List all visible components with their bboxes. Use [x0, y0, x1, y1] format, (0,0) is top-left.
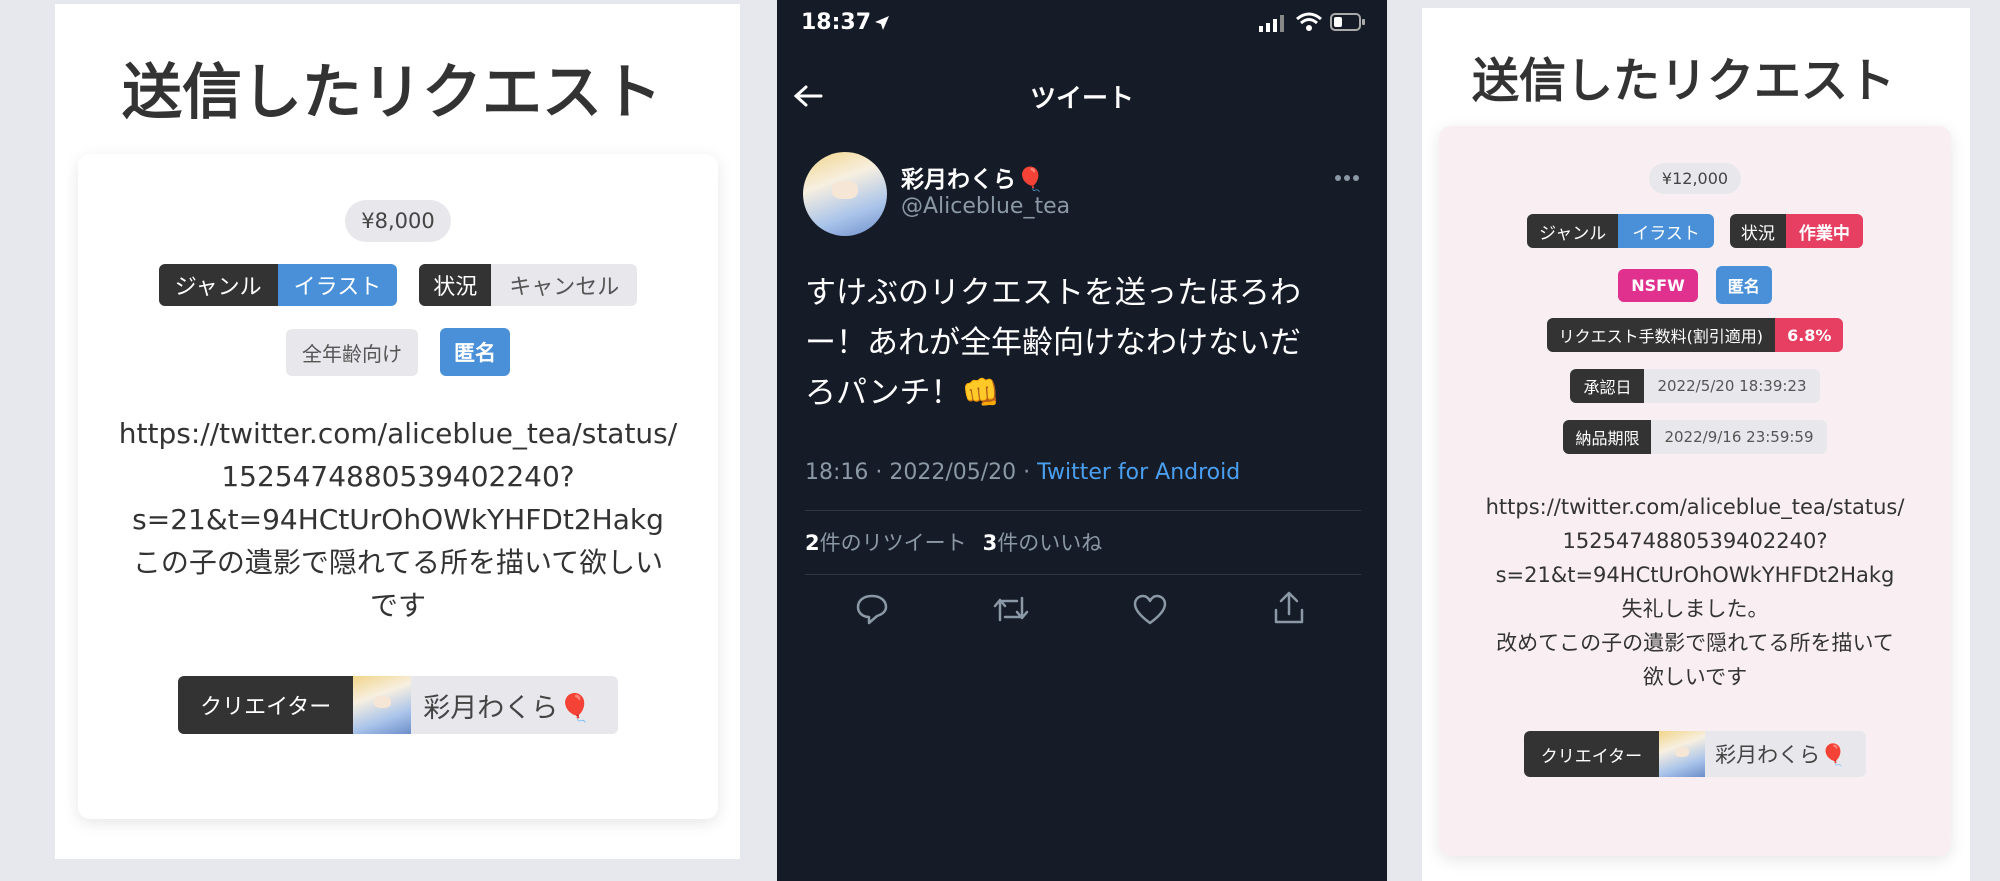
approved-date-tag: 承認日 2022/5/20 18:39:23 [1570, 369, 1820, 403]
anonymous-tag: 匿名 [1715, 266, 1772, 304]
body-line: 1525474880539402240? [1562, 529, 1828, 553]
approved-label: 承認日 [1570, 369, 1645, 403]
age-rating-tag: 全年齢向け [286, 328, 418, 376]
more-options-icon[interactable] [1334, 174, 1360, 182]
retweet-icon[interactable] [992, 592, 1030, 626]
body-line: s=21&t=94HCtUrOhOWkYHFDt2Hakg [1495, 563, 1895, 587]
body-line: 1525474880539402240? [221, 460, 575, 493]
request-fee-tag: リクエスト手数料(割引適用) 6.8% [1546, 318, 1844, 352]
body-line: 欲しいです [1642, 665, 1748, 689]
retweet-count[interactable]: 2 [805, 531, 820, 555]
nsfw-tag: NSFW [1618, 268, 1698, 302]
creator-avatar [353, 676, 412, 734]
creator-name: 彩月わくら🎈 [1705, 731, 1867, 777]
like-label[interactable]: 件のいいね [997, 531, 1102, 555]
creator-avatar [1659, 731, 1706, 777]
body-line: https://twitter.com/aliceblue_tea/status… [1485, 495, 1905, 519]
tweet-meta: 18:16 · 2022/05/20 · Twitter for Android [805, 460, 1240, 485]
handle[interactable]: @Aliceblue_tea [901, 194, 1070, 219]
engagement-stats: 2件のリツイート 3件のいいね [805, 527, 1102, 557]
header-title: ツイート [1029, 84, 1134, 114]
retweet-label[interactable]: 件のリツイート [820, 531, 967, 555]
request-body: https://twitter.com/aliceblue_tea/status… [1451, 490, 1939, 694]
body-line: s=21&t=94HCtUrOhOWkYHFDt2Hakg [132, 503, 664, 536]
battery-icon [1330, 13, 1365, 31]
tweet-source-link[interactable]: Twitter for Android [1037, 460, 1240, 485]
like-heart-icon[interactable] [1133, 594, 1167, 626]
genre-tag: ジャンル イラスト [1527, 214, 1714, 248]
divider [805, 574, 1361, 575]
approved-value: 2022/5/20 18:39:23 [1644, 369, 1820, 403]
body-line: この子の遺影で隠れてる所を描いて欲しい [132, 546, 664, 579]
price-badge: ¥8,000 [345, 200, 451, 242]
genre-label: ジャンル [158, 264, 278, 306]
tweet-avatar[interactable] [803, 152, 887, 236]
tweet-text: すけぶのリクエストを送ったほろわ ー！あれが全年齢向けなわけないだ ろパンチ！👊 [805, 268, 1301, 418]
creator-label: クリエイター [178, 676, 354, 734]
share-icon[interactable] [1272, 590, 1306, 626]
body-line: https://twitter.com/aliceblue_tea/status… [118, 417, 678, 450]
creator-name: 彩月わくら🎈 [411, 676, 618, 734]
genre-tag: ジャンル イラスト [158, 264, 398, 306]
status-bar-time: 18:37 [801, 10, 872, 35]
fee-label: リクエスト手数料(割引適用) [1546, 318, 1776, 352]
body-line: 失礼しました。 [1621, 597, 1769, 621]
status-tag: 状況 キャンセル [419, 264, 638, 306]
tweet-line: すけぶのリクエストを送ったほろわ [805, 275, 1301, 311]
status-value: キャンセル [491, 264, 638, 306]
genre-value: イラスト [1618, 214, 1714, 248]
wifi-icon [1296, 12, 1322, 31]
tweet-screen: 18:37 ツイート 彩月わくら🎈 @Aliceblue_tea すけぶのリクエ… [777, 0, 1387, 881]
body-line: です [369, 589, 426, 622]
deadline-tag: 納品期限 2022/9/16 23:59:59 [1563, 420, 1827, 454]
divider [805, 510, 1361, 511]
tweet-timestamp: 18:16 · 2022/05/20 · [805, 460, 1038, 485]
price-badge: ¥12,000 [1648, 163, 1742, 194]
like-count[interactable]: 3 [983, 531, 998, 555]
body-line: 改めてこの子の遺影で隠れてる所を描いて [1496, 631, 1894, 655]
creator-label: クリエイター [1523, 731, 1660, 777]
tweet-line: ー！あれが全年齢向けなわけないだ [805, 325, 1301, 361]
left-request-page: 送信したリクエスト ¥8,000 ジャンル イラスト 状況 キャンセル 全年齢向… [55, 4, 740, 859]
right-request-page: 送信したリクエスト ¥12,000 ジャンル イラスト 状況 作業中 NSFW … [1422, 8, 1970, 881]
status-value: 作業中 [1785, 214, 1863, 248]
tweet-line: ろパンチ！👊 [805, 375, 1001, 411]
page-title: 送信したリクエスト [1472, 54, 1895, 109]
genre-value: イラスト [277, 264, 398, 306]
status-label: 状況 [1729, 214, 1786, 248]
status-label: 状況 [419, 264, 492, 306]
display-name[interactable]: 彩月わくら🎈 [901, 160, 1045, 194]
status-tag: 状況 作業中 [1729, 214, 1863, 248]
deadline-value: 2022/9/16 23:59:59 [1651, 420, 1827, 454]
genre-label: ジャンル [1527, 214, 1619, 248]
anonymous-tag: 匿名 [440, 328, 510, 376]
page-title: 送信したリクエスト [122, 58, 662, 128]
location-arrow-icon [875, 16, 889, 30]
deadline-label: 納品期限 [1563, 420, 1652, 454]
fee-value: 6.8% [1775, 318, 1844, 352]
request-body: https://twitter.com/aliceblue_tea/status… [98, 412, 698, 627]
request-card[interactable]: ¥8,000 ジャンル イラスト 状況 キャンセル 全年齢向け 匿名 https… [78, 154, 718, 819]
reply-icon[interactable] [855, 592, 889, 626]
request-card[interactable]: ¥12,000 ジャンル イラスト 状況 作業中 NSFW 匿名 リクエスト手数… [1439, 126, 1951, 856]
creator-tag[interactable]: クリエイター 彩月わくら🎈 [1523, 731, 1867, 777]
creator-tag[interactable]: クリエイター 彩月わくら🎈 [178, 676, 618, 734]
signal-icon [1259, 15, 1284, 32]
